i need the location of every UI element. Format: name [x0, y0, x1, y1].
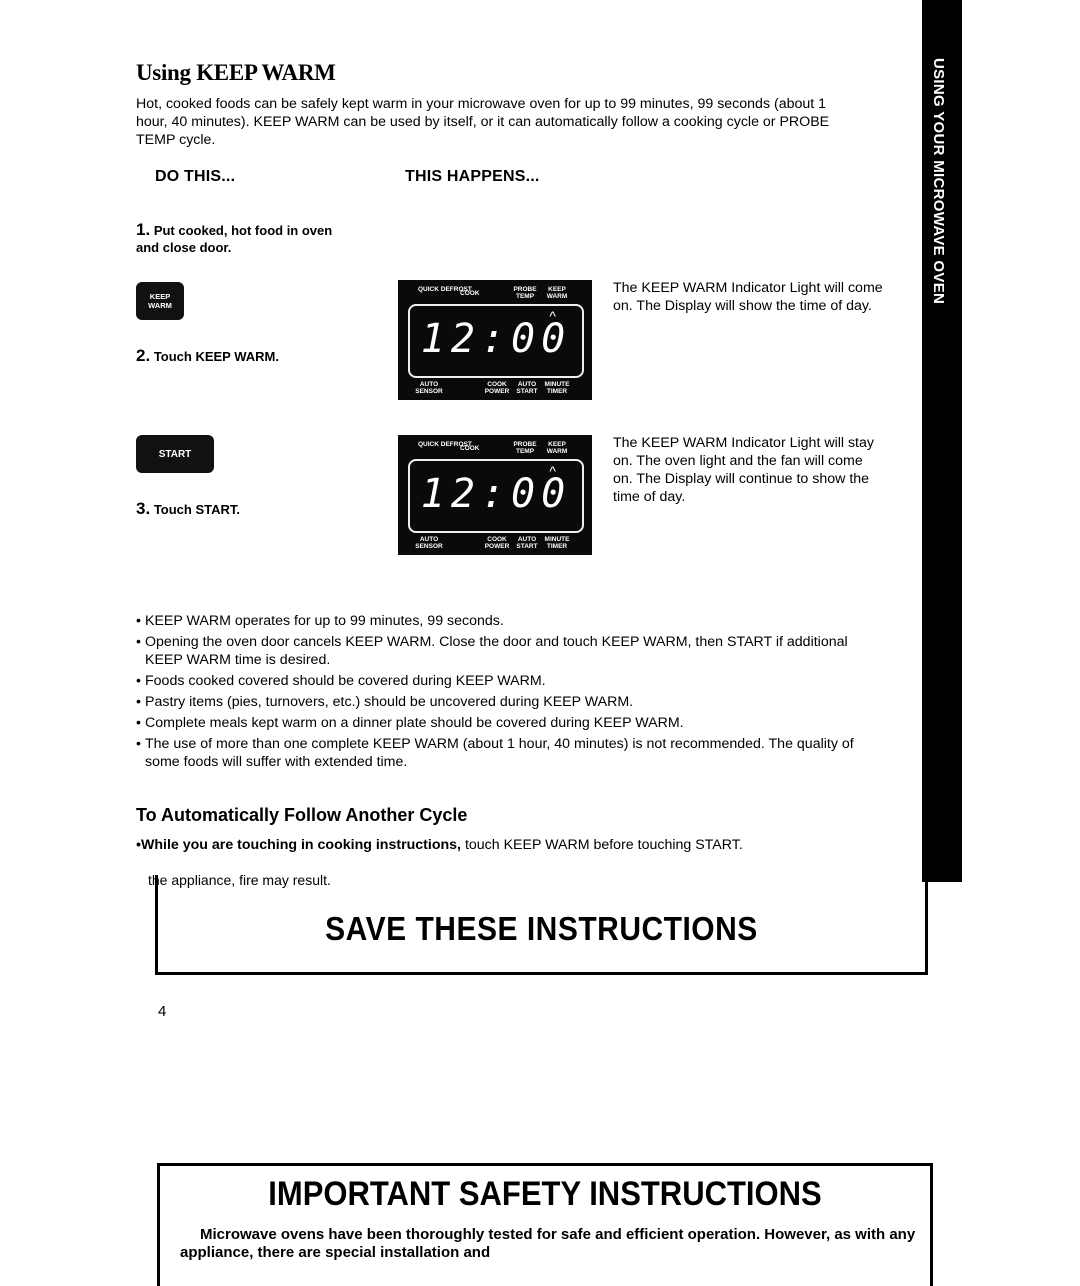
step-number: 1. — [136, 220, 151, 239]
keep-warm-key[interactable]: KEEP WARM — [136, 282, 184, 320]
side-tab: USING YOUR MICROWAVE OVEN — [922, 0, 962, 882]
label-auto-start: AUTO START — [516, 536, 538, 550]
oven-display: QUICK DEFROST COOK PROBE TEMP KEEP WARM … — [398, 280, 592, 400]
safety-title: IMPORTANT SAFETY INSTRUCTIONS — [268, 1174, 822, 1213]
step-3: 3. Touch START. — [136, 500, 240, 518]
overlapping-text: the appliance, fire may result. — [148, 872, 331, 888]
safety-box: IMPORTANT SAFETY INSTRUCTIONS Microwave … — [157, 1163, 933, 1286]
label-cook-power: COOK POWER — [484, 536, 510, 550]
save-instructions-box: SAVE THESE INSTRUCTIONS — [155, 875, 928, 975]
label-cook-power: COOK POWER — [484, 381, 510, 395]
label-probe-temp: PROBE TEMP — [513, 286, 537, 300]
step-text: Touch START. — [153, 502, 240, 517]
label-minute-timer: MINUTE TIMER — [544, 536, 570, 550]
save-instructions-title: SAVE THESE INSTRUCTIONS — [325, 911, 758, 948]
step-text: Touch KEEP WARM. — [153, 349, 280, 364]
step-number: 2. — [136, 346, 151, 365]
label-keep-warm: KEEP WARM — [546, 441, 568, 455]
label-keep-warm: KEEP WARM — [546, 286, 568, 300]
note-item: Opening the oven door cancels KEEP WARM.… — [136, 633, 866, 669]
note-item: KEEP WARM operates for up to 99 minutes,… — [136, 612, 866, 630]
auto-follow-bold: While you are touching in cooking instru… — [136, 837, 461, 853]
display-time: 12:00 — [420, 316, 572, 362]
label-auto-sensor: AUTO SENSOR — [415, 536, 443, 550]
section-title: Using KEEP WARM — [136, 60, 336, 85]
label-minute-timer: MINUTE TIMER — [544, 381, 570, 395]
do-this-heading: DO THIS... — [155, 168, 236, 185]
step-2: 2. Touch KEEP WARM. — [136, 347, 279, 365]
label-auto-sensor: AUTO SENSOR — [415, 381, 443, 395]
display-time: 12:00 — [420, 471, 572, 517]
label-cook: COOK — [460, 290, 480, 297]
label-cook: COOK — [460, 445, 480, 452]
result-2: The KEEP WARM Indicator Light will stay … — [613, 435, 874, 505]
note-item: Complete meals kept warm on a dinner pla… — [136, 714, 866, 732]
step-text: Put cooked, hot food in oven and close d… — [136, 223, 333, 255]
oven-display: QUICK DEFROST COOK PROBE TEMP KEEP WARM … — [398, 435, 592, 555]
display-screen: ^ 12:00 — [408, 304, 584, 378]
intro-paragraph: Hot, cooked foods can be safely kept war… — [136, 96, 830, 148]
note-item: Pastry items (pies, turnovers, etc.) sho… — [136, 693, 866, 711]
this-happens-heading: THIS HAPPENS... — [405, 168, 540, 185]
note-item: Foods cooked covered should be covered d… — [136, 672, 866, 690]
label-probe-temp: PROBE TEMP — [513, 441, 537, 455]
auto-follow-rest: touch KEEP WARM before touching START. — [461, 837, 743, 853]
page-number: 4 — [158, 1003, 167, 1020]
auto-follow-heading: To Automatically Follow Another Cycle — [136, 805, 468, 825]
key-label: KEEP — [149, 292, 171, 301]
key-label: WARM — [148, 301, 172, 310]
step-1: 1. Put cooked, hot food in oven and clos… — [136, 221, 356, 256]
start-key[interactable]: START — [136, 435, 214, 473]
auto-follow-text: While you are touching in cooking instru… — [136, 836, 745, 854]
notes-list: KEEP WARM operates for up to 99 minutes,… — [136, 612, 866, 774]
step-number: 3. — [136, 499, 151, 518]
display-screen: ^ 12:00 — [408, 459, 584, 533]
label-auto-start: AUTO START — [516, 381, 538, 395]
note-item: The use of more than one complete KEEP W… — [136, 735, 866, 771]
key-label: START — [158, 448, 192, 460]
side-tab-label: USING YOUR MICROWAVE OVEN — [930, 58, 947, 305]
result-1: The KEEP WARM Indicator Light will come … — [613, 280, 883, 314]
